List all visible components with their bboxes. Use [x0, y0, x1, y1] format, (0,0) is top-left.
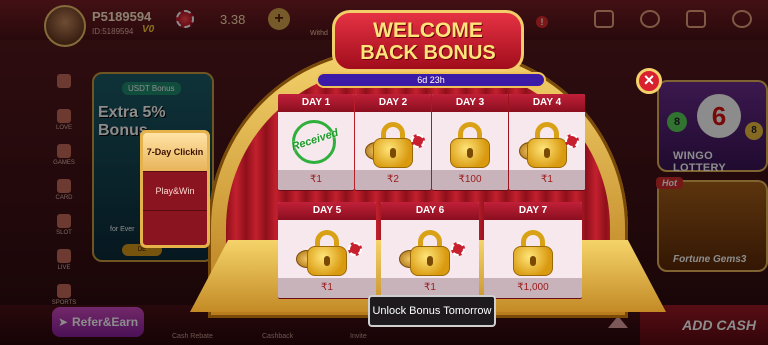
day-label: DAY 7 [484, 202, 582, 220]
close-button[interactable]: × [636, 68, 662, 94]
day-amount: ₹1 [509, 170, 585, 190]
day-amount: ₹2 [355, 170, 431, 190]
title-line-1: WELCOME [373, 19, 483, 42]
lock-icon [410, 230, 450, 276]
day-label: DAY 4 [509, 94, 585, 112]
day-label: DAY 6 [381, 202, 479, 220]
lock-icon [373, 122, 413, 168]
day-card-4[interactable]: DAY 4 ₹1 [509, 94, 585, 190]
lock-icon [513, 230, 553, 276]
day-card-3[interactable]: DAY 3 ₹100 [432, 94, 508, 190]
day-label: DAY 1 [278, 94, 354, 112]
day-label: DAY 5 [278, 202, 376, 220]
day-card-6[interactable]: DAY 6 ₹1 [381, 202, 479, 298]
day-label: DAY 3 [432, 94, 508, 112]
chip-icon [565, 134, 579, 148]
received-stamp: Received [284, 120, 346, 164]
unlock-bonus-button[interactable]: Unlock Bonus Tomorrow [368, 295, 496, 327]
close-icon: × [643, 70, 655, 90]
chip-icon [451, 242, 465, 256]
day-card-1[interactable]: DAY 1 Received ₹1 [278, 94, 354, 190]
tab-7-day-clockin[interactable]: 7-Day Clickin [143, 133, 207, 172]
day-amount: ₹100 [432, 170, 508, 190]
tab-empty[interactable] [143, 211, 207, 245]
lock-icon [527, 122, 567, 168]
day-amount: ₹1,000 [484, 278, 582, 298]
chip-icon [411, 134, 425, 148]
bonus-tabs: 7-Day Clickin Play&Win [140, 130, 210, 248]
lock-icon [307, 230, 347, 276]
title-line-2: BACK BONUS [360, 42, 496, 64]
tab-play-win[interactable]: Play&Win [143, 172, 207, 211]
day-amount: ₹1 [278, 278, 376, 298]
chip-icon [348, 242, 362, 256]
lock-icon [450, 122, 490, 168]
day-label: DAY 2 [355, 94, 431, 112]
modal-title: WELCOME BACK BONUS [332, 10, 524, 72]
day-card-5[interactable]: DAY 5 ₹1 [278, 202, 376, 298]
countdown-timer: 6d 23h [316, 72, 546, 88]
day-amount: ₹1 [278, 170, 354, 190]
day-card-2[interactable]: DAY 2 ₹2 [355, 94, 431, 190]
day-card-7[interactable]: DAY 7 ₹1,000 [484, 202, 582, 298]
